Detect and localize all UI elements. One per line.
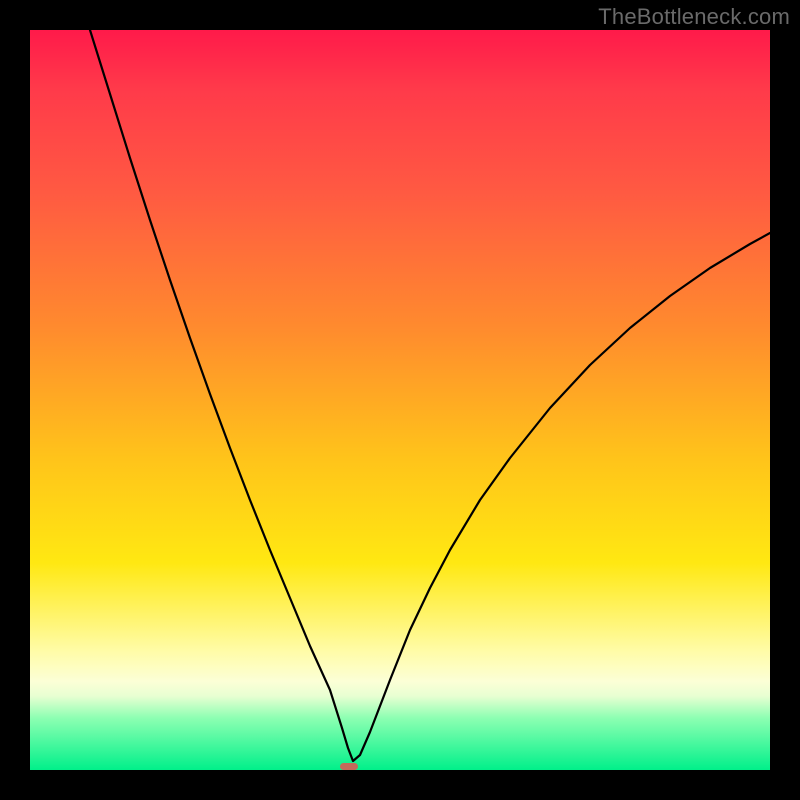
watermark-text: TheBottleneck.com (598, 4, 790, 30)
plot-area (30, 30, 770, 770)
bottleneck-curve (90, 30, 770, 761)
chart-frame: TheBottleneck.com (0, 0, 800, 800)
minimum-marker (340, 763, 358, 770)
curve-svg (30, 30, 770, 770)
